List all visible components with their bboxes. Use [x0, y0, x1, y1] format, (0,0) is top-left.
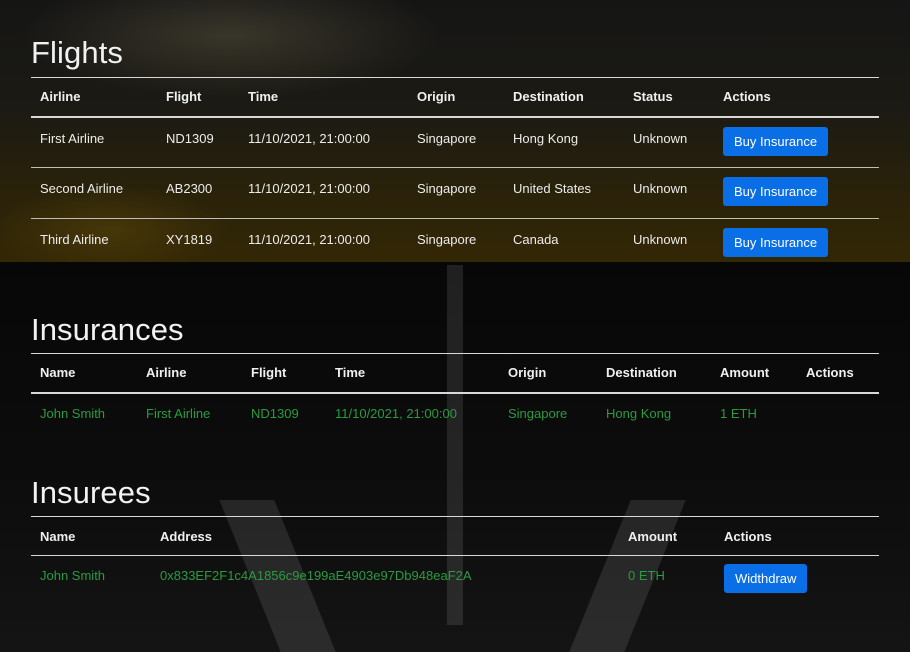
table-row: John Smith First Airline ND1309 11/10/20…	[31, 393, 879, 432]
column-header-address: Address	[151, 516, 619, 556]
column-header-origin: Origin	[408, 77, 504, 118]
actions-cell: Buy Insurance	[714, 116, 879, 168]
buy-insurance-button[interactable]: Buy Insurance	[723, 228, 829, 257]
origin-cell: Singapore	[508, 405, 568, 421]
flight-cell: ND1309	[251, 405, 299, 421]
table-row: Third Airline XY1819 11/10/2021, 21:00:0…	[31, 219, 879, 261]
column-header-airline: Airline	[31, 77, 157, 118]
flight-cell: ND1309	[157, 116, 239, 168]
time-cell: 11/10/2021, 21:00:00	[248, 232, 370, 247]
name-cell: John Smith	[40, 405, 106, 421]
flights-header-row: Airline Flight Time Origin Destination S…	[31, 77, 879, 118]
insurees-table: Name Address Amount Actions John Smith 0…	[31, 516, 879, 595]
table-row: John Smith 0x833EF2F1c4A1856c9e199aE4903…	[31, 556, 879, 595]
column-header-amount: Amount	[711, 353, 797, 394]
flight-cell: XY1819	[166, 232, 213, 247]
column-header-airline: Airline	[137, 353, 242, 394]
actions-cell: Buy Insurance	[714, 167, 879, 219]
column-header-actions: Actions	[715, 516, 879, 556]
name-cell: John Smith	[40, 568, 106, 583]
amount-cell: 0 ETH	[628, 568, 665, 583]
time-cell: 11/10/2021, 21:00:00	[239, 116, 408, 168]
destination-cell: United States	[504, 167, 624, 219]
address-cell: 0x833EF2F1c4A1856c9e199aE4903e97Db948eaF…	[160, 568, 472, 583]
origin-cell: Singapore	[417, 232, 477, 247]
insurees-header-row: Name Address Amount Actions	[31, 516, 879, 556]
flight-cell: AB2300	[157, 167, 239, 219]
column-header-amount: Amount	[619, 516, 715, 556]
airline-cell: First Airline	[146, 405, 211, 421]
destination-cell: Hong Kong	[606, 405, 672, 421]
time-cell: 11/10/2021, 21:00:00	[239, 167, 408, 219]
airline-cell: Third Airline	[40, 232, 109, 247]
status-cell: Unknown	[624, 116, 714, 168]
column-header-flight: Flight	[157, 77, 239, 118]
table-row: Second Airline AB2300 11/10/2021, 21:00:…	[31, 167, 879, 219]
column-header-name: Name	[31, 353, 137, 394]
column-header-actions: Actions	[797, 353, 879, 394]
insurees-heading: Insurees	[31, 475, 151, 510]
table-row: First Airline ND1309 11/10/2021, 21:00:0…	[31, 116, 879, 168]
status-cell: Unknown	[633, 232, 688, 247]
column-header-flight: Flight	[242, 353, 326, 394]
buy-insurance-button[interactable]: Buy Insurance	[723, 126, 829, 156]
destination-cell: Canada	[513, 232, 559, 247]
insurances-table: Name Airline Flight Time Origin Destinat…	[31, 353, 879, 432]
column-header-destination: Destination	[597, 353, 711, 394]
column-header-name: Name	[31, 516, 151, 556]
airline-cell: Second Airline	[31, 167, 157, 219]
origin-cell: Singapore	[408, 116, 504, 168]
status-cell: Unknown	[624, 167, 714, 219]
destination-cell: Hong Kong	[504, 116, 624, 168]
column-header-time: Time	[239, 77, 408, 118]
buy-insurance-button[interactable]: Buy Insurance	[723, 177, 829, 206]
amount-cell: 1 ETH	[720, 405, 757, 421]
time-cell: 11/10/2021, 21:00:00	[335, 405, 457, 421]
actions-cell	[797, 393, 879, 432]
flights-table: Airline Flight Time Origin Destination S…	[31, 77, 879, 261]
actions-cell: Buy Insurance	[714, 219, 879, 261]
column-header-origin: Origin	[499, 353, 597, 394]
column-header-actions: Actions	[714, 77, 879, 118]
flights-heading: Flights	[31, 35, 124, 70]
airline-cell: First Airline	[31, 116, 157, 168]
column-header-time: Time	[326, 353, 499, 394]
origin-cell: Singapore	[408, 167, 504, 219]
actions-cell: Widthdraw	[715, 556, 879, 595]
column-header-destination: Destination	[504, 77, 624, 118]
column-header-status: Status	[624, 77, 714, 118]
insurances-header-row: Name Airline Flight Time Origin Destinat…	[31, 353, 879, 394]
withdraw-button[interactable]: Widthdraw	[724, 564, 808, 593]
insurances-heading: Insurances	[31, 312, 184, 347]
